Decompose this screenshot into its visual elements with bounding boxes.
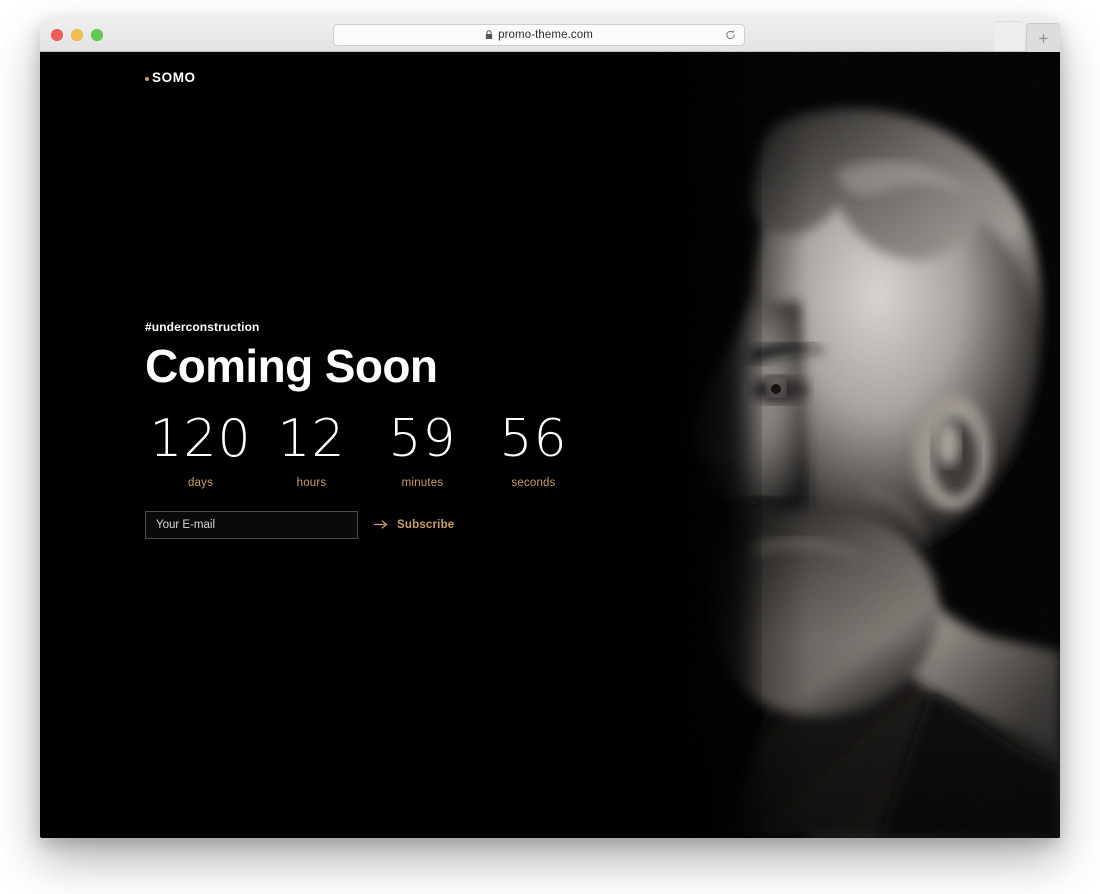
countdown-label: hours [296,476,327,489]
portrait-illustration [630,52,1060,838]
reload-icon[interactable] [725,30,736,41]
countdown-value: 56 [499,408,568,469]
countdown-value: 59 [388,408,457,469]
countdown-unit-days: 120 days [145,413,256,489]
site-logo[interactable]: SOMO [145,70,196,85]
lock-icon [485,30,493,39]
bullet-dot-icon [145,77,149,81]
logo-text: SOMO [152,70,196,85]
inactive-tab[interactable] [994,21,1024,51]
page-title: Coming Soon [145,340,438,392]
page-viewport: SOMO #underconstruction Coming Soon 120 … [40,52,1060,838]
countdown-unit-minutes: 59 minutes [367,413,478,489]
countdown-unit-hours: 12 hours [256,413,367,489]
subscribe-button[interactable]: Subscribe [374,519,454,531]
hero-portrait-photo [630,52,1060,838]
browser-titlebar: promo-theme.com + [40,18,1060,52]
email-input[interactable] [145,510,358,539]
close-window-button[interactable] [51,29,63,41]
countdown-unit-seconds: 56 seconds [478,413,589,489]
countdown-label: seconds [511,476,556,489]
new-tab-button[interactable]: + [1026,23,1060,52]
window-controls [51,29,103,41]
subscribe-form: Subscribe [145,510,665,539]
hero-tagline: #underconstruction [145,320,260,334]
countdown-label: days [187,476,214,489]
address-bar[interactable]: promo-theme.com [333,24,745,46]
countdown-label: minutes [401,476,444,489]
browser-window: promo-theme.com + SOMO #underconstructio… [40,18,1060,838]
countdown-value: 12 [277,408,346,469]
countdown-timer: 120 days 12 hours 59 minutes 56 seconds [145,413,665,489]
subscribe-label: Subscribe [397,518,455,531]
hero-content: #underconstruction Coming Soon 120 days … [145,320,665,539]
countdown-value: 120 [149,408,252,469]
minimize-window-button[interactable] [71,29,83,41]
url-text: promo-theme.com [498,29,593,41]
arrow-right-icon [374,520,388,529]
maximize-window-button[interactable] [91,29,103,41]
